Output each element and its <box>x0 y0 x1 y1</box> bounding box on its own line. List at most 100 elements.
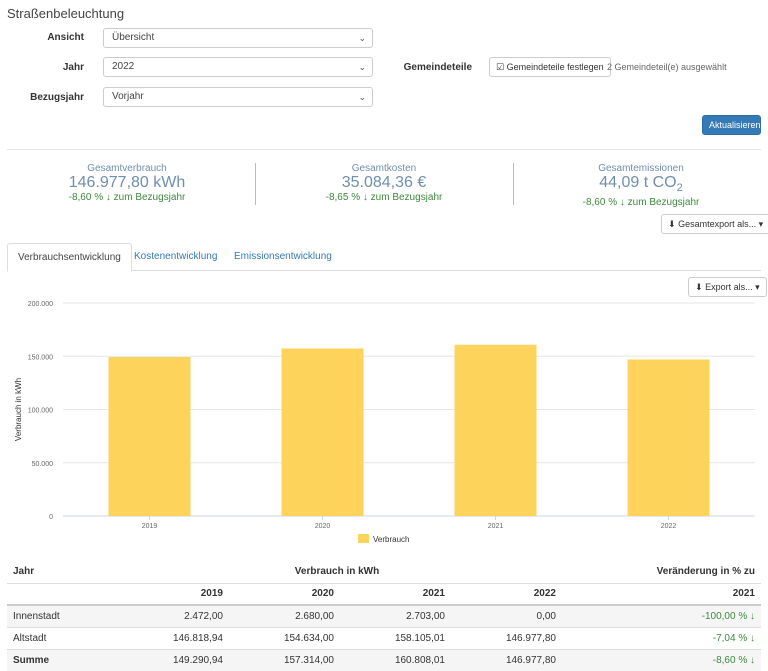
caret-down-icon: ▾ <box>758 219 764 229</box>
col-verbrauch: Verbrauch in kWh <box>294 566 380 578</box>
x-tick-label: 2020 <box>315 523 331 530</box>
export-all-button[interactable]: ⬇ Gesamtexport als... ▾ <box>661 214 768 234</box>
x-tick-label: 2022 <box>661 523 677 530</box>
chevron-down-icon: ⌄ <box>358 92 366 102</box>
change-cell: -8,60 % ↓ <box>712 654 755 666</box>
chevron-down-icon: ⌄ <box>358 33 366 43</box>
legend-swatch <box>358 534 369 543</box>
divider <box>7 149 761 150</box>
kpi-label: Gesamtkosten <box>351 163 417 174</box>
bar <box>627 359 710 516</box>
cell: 146.977,80 <box>505 654 556 666</box>
col-jahr: Jahr <box>13 566 35 578</box>
ansicht-select[interactable]: Übersicht ⌄ <box>103 28 373 48</box>
row-name: Altstadt <box>13 632 47 644</box>
cell: 2.472,00 <box>184 610 223 622</box>
col-change: Veränderung in % zu <box>656 566 755 578</box>
jahr-select[interactable]: 2022 ⌄ <box>103 57 373 77</box>
table-header-row: Jahr Verbrauch in kWh Veränderung in % z… <box>7 561 761 583</box>
arrow-down-icon: ↓ <box>105 192 111 203</box>
kpi-label: Gesamtemissionen <box>598 163 684 174</box>
gemeindeteile-button[interactable]: ☑ Gemeindeteile festlegen <box>489 57 611 77</box>
ansicht-label: Ansicht <box>47 32 84 43</box>
arrow-down-icon: ↓ <box>750 632 755 644</box>
arrow-down-icon: ↓ <box>619 197 625 209</box>
kpi-change: -8,60 % ↓ zum Bezugsjahr <box>582 197 700 209</box>
kpi-value: 146.977,80 kWh <box>68 174 186 191</box>
kpi-separator <box>255 163 256 205</box>
kpi-label: Gesamtverbrauch <box>87 163 167 174</box>
change-year-header: 2021 <box>732 588 755 600</box>
y-tick-label: 150.000 <box>28 354 53 361</box>
cell: 160.808,01 <box>394 654 445 666</box>
kpi-change: -8,60 % ↓ zum Bezugsjahr <box>68 192 186 203</box>
cell: 146.818,94 <box>172 632 223 644</box>
year-header: 2020 <box>311 588 334 600</box>
consumption-bar-chart: 0 50.000 100.000 150.000 200.000 Verbrauch in… <box>14 301 755 544</box>
y-axis-label: Verbrauch in kWh <box>14 378 23 441</box>
kpi-gesamtverbrauch: Gesamtverbrauch 146.977,80 kWh -8,60 % ↓… <box>7 163 247 203</box>
row-name: Innenstadt <box>13 610 60 622</box>
cell: 146.977,80 <box>505 632 556 644</box>
change-cell: -100,00 % ↓ <box>701 610 755 622</box>
chevron-down-icon: ⌄ <box>358 62 366 72</box>
year-header: 2019 <box>200 588 223 600</box>
jahr-label: Jahr <box>62 62 84 73</box>
bezugsjahr-label: Bezugsjahr <box>30 92 84 103</box>
cell: 149.290,94 <box>172 654 223 666</box>
download-icon: ⬇ <box>668 219 676 229</box>
cell: 158.105,01 <box>394 632 445 644</box>
bar <box>454 344 537 516</box>
table-row: Altstadt 146.818,94 154.634,00 158.105,0… <box>7 627 761 649</box>
export-all-label: Gesamtexport als... <box>678 219 757 229</box>
cell: 154.634,00 <box>283 632 334 644</box>
bezugsjahr-value: Vorjahr <box>112 91 144 102</box>
kpi-value: 44,09 t CO2 <box>599 174 683 195</box>
caret-down-icon: ▾ <box>755 282 760 292</box>
arrow-down-icon: ↓ <box>750 654 755 666</box>
kpi-separator <box>513 163 514 205</box>
kpi-value: 35.084,36 € <box>341 174 427 191</box>
table-year-row: 2019 2020 2021 2022 2021 <box>7 583 761 605</box>
legend-label: Verbrauch <box>373 535 409 544</box>
checkbox-icon: ☑ <box>496 62 505 72</box>
cell: 157.314,00 <box>283 654 334 666</box>
cell: 0,00 <box>536 610 556 622</box>
year-header: 2021 <box>422 588 445 600</box>
x-tick-label: 2019 <box>142 523 158 530</box>
tab-kostenentwicklung[interactable]: Kostenentwicklung <box>124 243 227 271</box>
consumption-table: Jahr Verbrauch in kWh Veränderung in % z… <box>7 561 761 671</box>
gemeindeteile-status: 2 Gemeindeteil(e) ausgewählt <box>607 62 727 72</box>
download-icon: ⬇ <box>695 282 703 292</box>
gemeindeteile-button-label: Gemeindeteile festlegen <box>506 62 604 72</box>
table-total-row: Summe 149.290,94 157.314,00 160.808,01 1… <box>7 649 761 671</box>
cell: 2.703,00 <box>406 610 445 622</box>
y-tick-label: 100.000 <box>28 408 53 415</box>
arrow-down-icon: ↓ <box>750 610 755 622</box>
arrow-down-icon: ↓ <box>362 192 368 203</box>
page-title: Straßenbeleuchtung <box>7 6 125 21</box>
kpi-gesamtkosten: Gesamtkosten 35.084,36 € -8,65 % ↓ zum B… <box>264 163 504 203</box>
export-label: Export als... <box>705 282 753 292</box>
kpi-change: -8,65 % ↓ zum Bezugsjahr <box>325 192 443 203</box>
y-tick-label: 200.000 <box>28 301 53 308</box>
refresh-button[interactable]: Aktualisieren <box>702 115 761 135</box>
cell: 2.680,00 <box>295 610 334 622</box>
bar <box>281 348 364 516</box>
tab-emissionsentwicklung[interactable]: Emissionsentwicklung <box>224 243 342 271</box>
ansicht-value: Übersicht <box>112 32 155 43</box>
jahr-value: 2022 <box>112 61 135 72</box>
gemeindeteile-label: Gemeindeteile <box>403 62 472 73</box>
row-name: Summe <box>13 654 50 666</box>
change-cell: -7,04 % ↓ <box>712 632 755 644</box>
table-row: Innenstadt 2.472,00 2.680,00 2.703,00 0,… <box>7 605 761 627</box>
bar <box>108 357 191 516</box>
tab-bar: Verbrauchsentwicklung Kostenentwicklung … <box>7 243 761 272</box>
y-tick-label: 50.000 <box>32 461 54 468</box>
y-tick-label: 0 <box>49 514 53 521</box>
year-header: 2022 <box>533 588 556 600</box>
x-tick-label: 2021 <box>488 523 504 530</box>
kpi-gesamtemissionen: Gesamtemissionen 44,09 t CO2 -8,60 % ↓ z… <box>521 163 761 208</box>
tab-verbrauchsentwicklung[interactable]: Verbrauchsentwicklung <box>7 243 132 272</box>
bezugsjahr-select[interactable]: Vorjahr ⌄ <box>103 87 373 107</box>
